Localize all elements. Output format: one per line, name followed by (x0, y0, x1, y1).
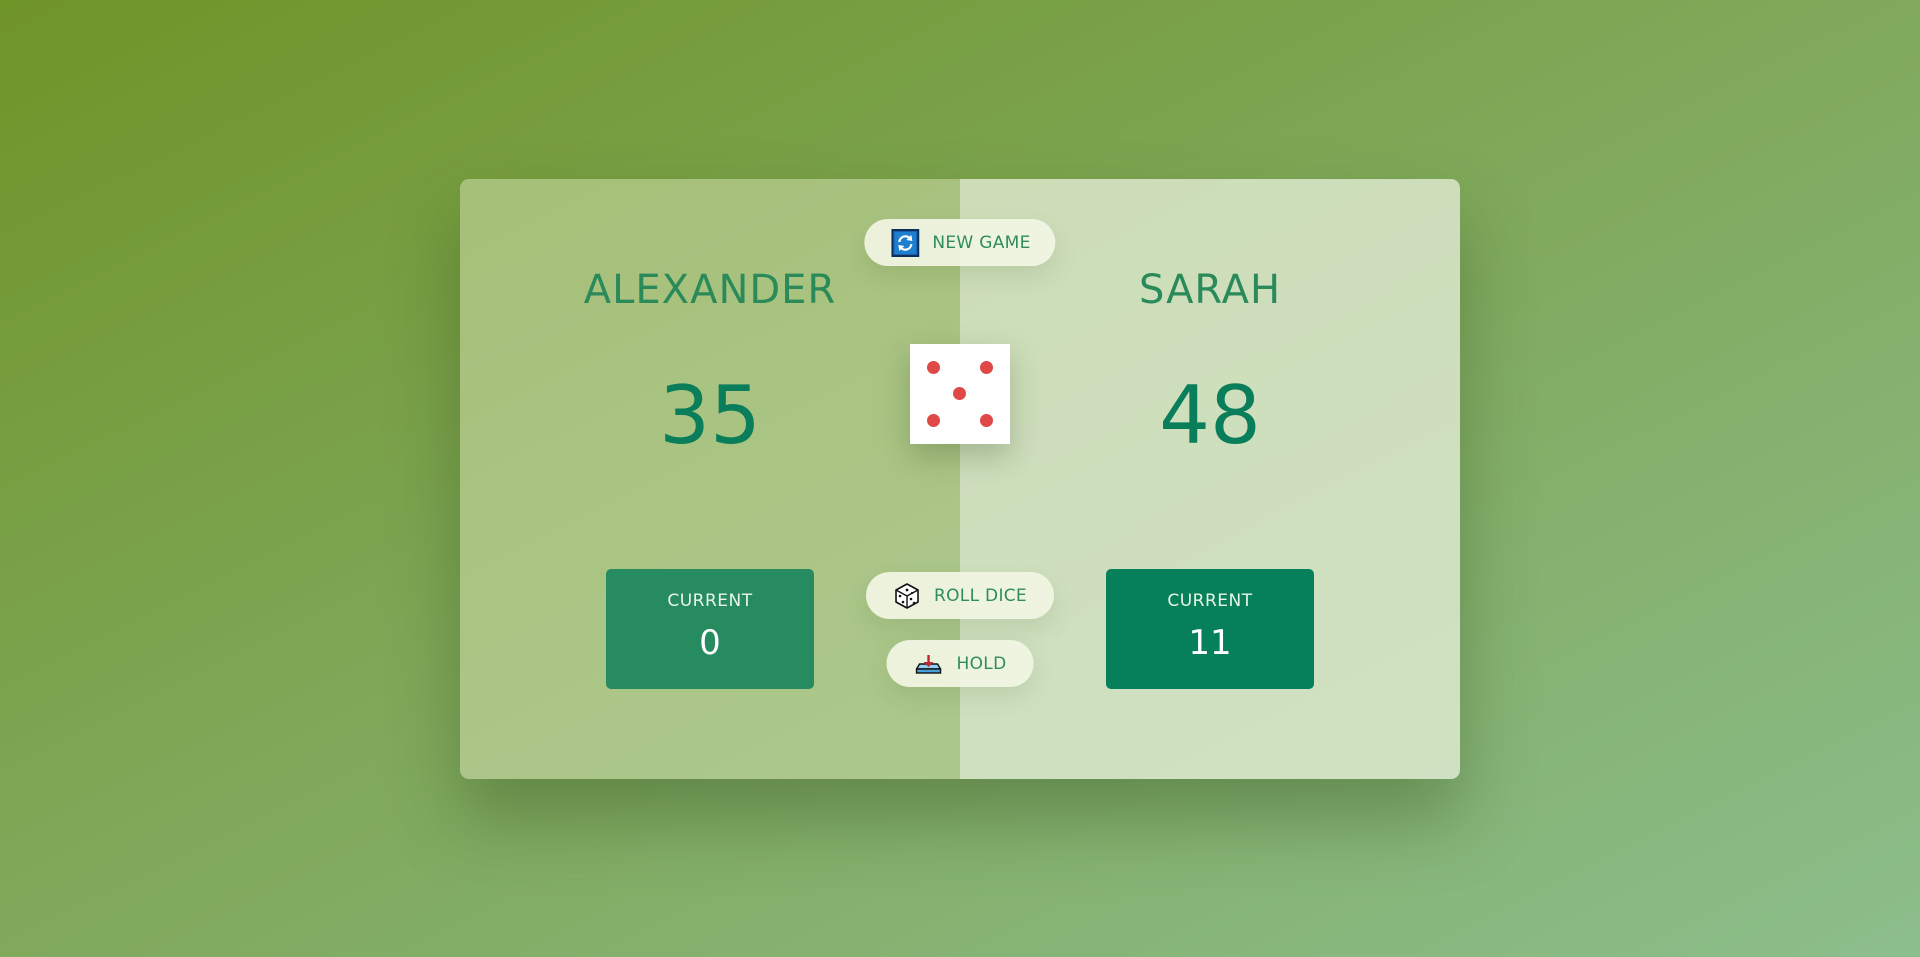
refresh-icon (891, 228, 920, 257)
new-game-label: NEW GAME (932, 232, 1031, 253)
roll-dice-button[interactable]: ROLL DICE (866, 572, 1054, 619)
dice-pip (980, 361, 993, 374)
dice-pip (927, 414, 940, 427)
current-score: 0 (699, 623, 721, 663)
player-name: ALEXANDER (583, 267, 837, 313)
hold-label: HOLD (956, 653, 1007, 674)
dice-pip (953, 387, 966, 400)
game-board: ALEXANDER 35 CURRENT 0 SARAH 48 CURRENT … (460, 179, 1460, 779)
player-total-score: 48 (1159, 369, 1261, 463)
player-total-score: 35 (659, 369, 761, 463)
hold-button[interactable]: HOLD (886, 640, 1034, 687)
current-label: CURRENT (1167, 591, 1253, 611)
current-score-box: CURRENT 11 (1106, 569, 1314, 689)
player-panel-2: SARAH 48 CURRENT 11 (960, 179, 1460, 779)
dice-icon (893, 582, 921, 610)
player-panel-1: ALEXANDER 35 CURRENT 0 (460, 179, 960, 779)
current-label: CURRENT (667, 591, 753, 611)
dice-pip (980, 414, 993, 427)
current-score: 11 (1188, 623, 1232, 663)
dice-pip (927, 361, 940, 374)
current-score-box: CURRENT 0 (606, 569, 814, 689)
new-game-button[interactable]: NEW GAME (864, 219, 1056, 266)
player-name: SARAH (1138, 267, 1282, 313)
hold-icon (914, 652, 944, 676)
roll-dice-label: ROLL DICE (934, 585, 1027, 606)
dice (910, 344, 1010, 444)
